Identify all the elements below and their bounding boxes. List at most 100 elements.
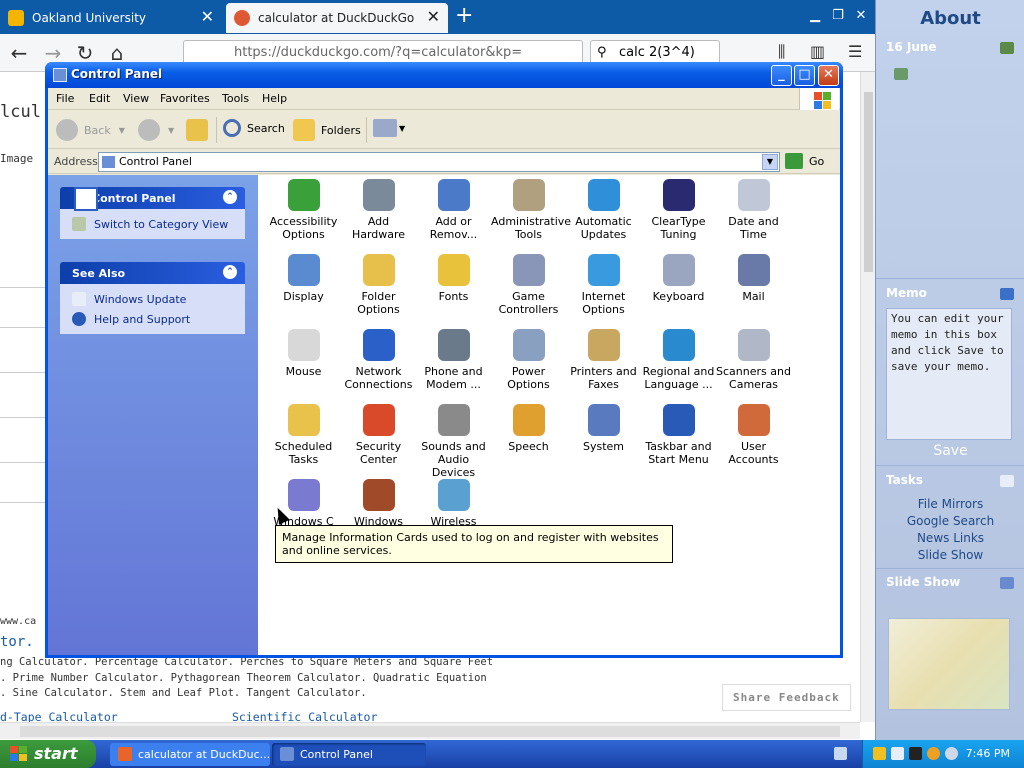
tab-duckduckgo[interactable]: calculator at DuckDuckGo ✕ [226, 3, 448, 33]
images-tab-fragment[interactable]: Image [0, 152, 33, 165]
cp-item[interactable]: Accessibility Options [266, 179, 341, 241]
taskbar-item-control-panel[interactable]: Control Panel [272, 743, 426, 766]
browser-minimize-button[interactable]: ▁ [806, 7, 824, 25]
scroll-thumb[interactable] [20, 726, 840, 737]
close-tab-icon[interactable]: ✕ [427, 9, 440, 25]
cp-item[interactable]: Sounds and Audio Devices [416, 404, 491, 479]
cp-item-icon [287, 329, 320, 361]
search-tray-icon[interactable] [927, 747, 940, 760]
slideshow-image[interactable] [888, 618, 1010, 710]
cp-item[interactable]: Add Hardware [341, 179, 416, 241]
cp-item[interactable]: Phone and Modem ... [416, 329, 491, 391]
share-feedback-button[interactable]: Share Feedback [722, 684, 851, 711]
memo-tool-icon[interactable] [1000, 288, 1014, 300]
cp-item[interactable]: System [566, 404, 641, 453]
cp-item[interactable]: Regional and Language ... [641, 329, 716, 391]
tray-app-icon[interactable] [891, 747, 904, 760]
task-google-search[interactable]: Google Search [876, 514, 1024, 528]
task-file-mirrors[interactable]: File Mirrors [876, 497, 1024, 511]
volume-icon[interactable] [945, 747, 958, 760]
windows-update-link[interactable]: Windows Update [72, 292, 233, 306]
menu-file[interactable]: File [56, 92, 74, 105]
cp-item[interactable]: Automatic Updates [566, 179, 641, 241]
collapse-chevron-icon[interactable]: ⌃ [223, 190, 237, 204]
folders-button[interactable]: Folders [293, 119, 361, 141]
menu-view[interactable]: View [123, 92, 149, 105]
cp-item[interactable]: Wireless [416, 479, 491, 528]
new-tab-icon[interactable]: + [455, 5, 473, 27]
keyboard-icon[interactable] [834, 747, 847, 760]
scroll-thumb[interactable] [864, 92, 873, 272]
tab-oakland-university[interactable]: Oakland University ✕ [0, 3, 222, 33]
cp-item[interactable]: Power Options [491, 329, 566, 391]
dropdown-arrow-icon[interactable]: ▼ [168, 126, 174, 135]
cp-item[interactable]: User Accounts [716, 404, 791, 466]
dropdown-arrow-icon[interactable]: ▼ [119, 126, 125, 135]
cp-item[interactable]: ClearType Tuning [641, 179, 716, 241]
views-button[interactable]: ▼ [373, 119, 405, 137]
vertical-scrollbar[interactable] [860, 72, 875, 722]
cp-item-label: Keyboard [652, 290, 705, 303]
switch-category-view-link[interactable]: Switch to Category View [72, 217, 233, 231]
menu-help[interactable]: Help [262, 92, 287, 105]
cp-item[interactable]: Internet Options [566, 254, 641, 316]
go-button[interactable]: Go [785, 153, 824, 169]
sidebar-toggle-icon[interactable]: ▥ [810, 42, 825, 61]
back-arrow-icon[interactable]: ← [6, 40, 32, 66]
cp-item[interactable]: Date and Time [716, 179, 791, 241]
tray-app-icon[interactable] [909, 747, 922, 760]
help-and-support-link[interactable]: Help and Support [72, 312, 233, 326]
minimize-button[interactable]: _ [771, 65, 792, 86]
close-tab-icon[interactable]: ✕ [201, 9, 214, 25]
library-icon[interactable]: ⫼ [778, 42, 785, 62]
title-bar[interactable]: Control Panel _ □ ✕ [45, 62, 843, 88]
tasks-tool-icon[interactable] [1000, 475, 1014, 487]
cp-item[interactable]: Scanners and Cameras [716, 329, 791, 391]
address-field[interactable]: Control Panel ▼ [98, 152, 780, 172]
start-button[interactable]: start [0, 740, 96, 768]
cp-item[interactable]: Security Center [341, 404, 416, 466]
cp-item[interactable]: Printers and Faxes [566, 329, 641, 391]
browser-close-button[interactable]: ✕ [852, 7, 870, 25]
cp-item[interactable]: Game Controllers [491, 254, 566, 316]
cp-item[interactable]: Windows [341, 479, 416, 528]
close-button[interactable]: ✕ [818, 65, 839, 86]
menu-tools[interactable]: Tools [222, 92, 249, 105]
slideshow-tool-icon[interactable] [1000, 577, 1014, 589]
menu-edit[interactable]: Edit [89, 92, 110, 105]
back-button[interactable]: Back ▼ [56, 119, 125, 141]
cp-item[interactable]: Display [266, 254, 341, 303]
task-news-links[interactable]: News Links [876, 531, 1024, 545]
taskbar-item-browser[interactable]: calculator at DuckDuc... [110, 743, 270, 766]
up-folder-button[interactable] [186, 119, 208, 141]
task-slide-show[interactable]: Slide Show [876, 548, 1024, 562]
memo-textarea[interactable]: You can edit your memo in this box and c… [886, 308, 1012, 440]
forward-button[interactable]: ▼ [138, 119, 174, 141]
calendar-item-icon[interactable] [894, 68, 908, 80]
section-header[interactable]: See Also ⌃ [60, 262, 245, 284]
menu-favorites[interactable]: Favorites [160, 92, 210, 105]
cp-item[interactable]: Taskbar and Start Menu [641, 404, 716, 466]
horizontal-scrollbar[interactable] [0, 722, 860, 739]
search-button[interactable]: Search [223, 119, 285, 137]
menu-icon[interactable]: ☰ [848, 42, 862, 61]
cp-item[interactable]: Mouse [266, 329, 341, 378]
collapse-chevron-icon[interactable]: ⌃ [223, 265, 237, 279]
cp-item[interactable]: Add or Remov... [416, 179, 491, 241]
address-dropdown-icon[interactable]: ▼ [762, 154, 778, 170]
security-shield-icon[interactable] [873, 747, 886, 760]
cp-item[interactable]: Fonts [416, 254, 491, 303]
maximize-button[interactable]: □ [794, 65, 815, 86]
cp-item[interactable]: Scheduled Tasks [266, 404, 341, 466]
result-link-fragment[interactable]: www.ca [0, 616, 36, 627]
cp-item[interactable]: Keyboard [641, 254, 716, 303]
browser-restore-button[interactable]: ❐ [829, 7, 847, 25]
memo-save-button[interactable]: Save [876, 443, 1024, 459]
cp-item[interactable]: Folder Options [341, 254, 416, 316]
calendar-tool-icon[interactable] [1000, 42, 1014, 54]
cp-item[interactable]: Mail [716, 254, 791, 303]
cp-item[interactable]: Administrative Tools [491, 179, 571, 241]
result-title-fragment[interactable]: tor. [0, 634, 34, 650]
cp-item[interactable]: Speech [491, 404, 566, 453]
cp-item[interactable]: Network Connections [341, 329, 416, 391]
